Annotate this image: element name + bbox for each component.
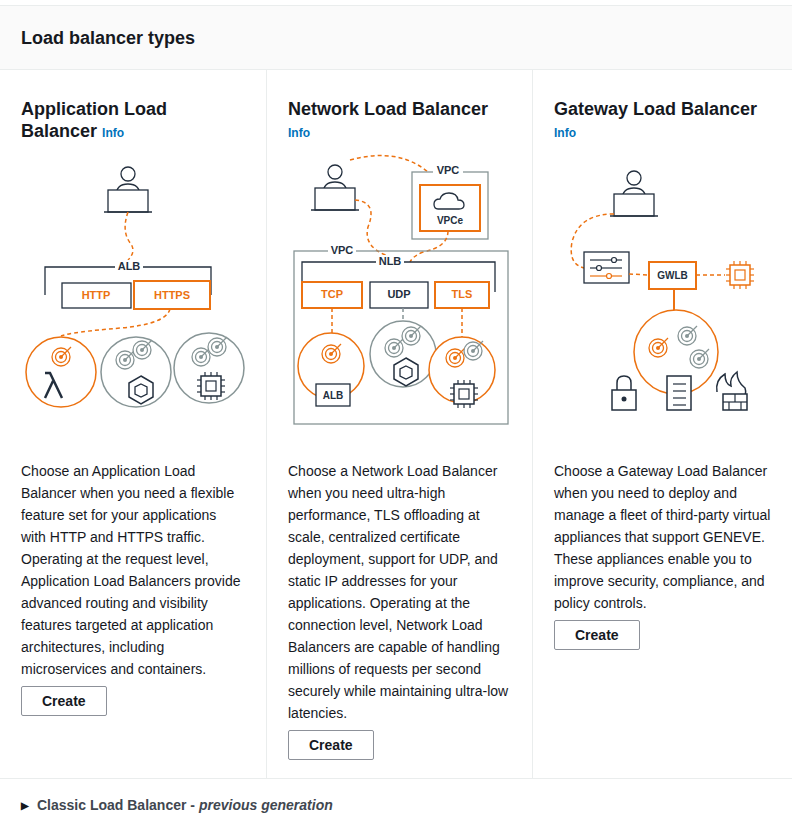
diagram-label: VPC [437, 164, 460, 176]
tcp-box [302, 282, 362, 308]
chip-icon [450, 380, 478, 408]
target-icon [116, 350, 135, 369]
checklist-icon [667, 376, 691, 410]
diagram-label: TLS [452, 288, 473, 300]
target-icon [385, 338, 404, 357]
chip-icon [726, 261, 754, 289]
diagram: ALB HTTP HTTPS [21, 152, 245, 450]
page: Load balancer types Application Load Bala… [0, 0, 792, 832]
card-description: Choose a Network Load Balancer when you … [288, 460, 511, 724]
lambda-icon [45, 373, 62, 398]
vpc-box [294, 251, 508, 424]
lock-icon [612, 376, 636, 410]
udp-box [370, 282, 428, 308]
target-icon [402, 326, 421, 345]
http-box [62, 283, 131, 308]
container-icon [129, 376, 153, 404]
diagram-label: ALB [118, 260, 141, 272]
panel-title: Load balancer types [21, 27, 195, 49]
tls-box [435, 282, 489, 308]
card-description: Choose a Gateway Load Balancer when you … [554, 460, 771, 614]
load-balancer-card: Network Load Balancer Info VPC VPCe VPC NLB T… [267, 70, 533, 778]
classic-label: Classic Load Balancer -previous generati… [37, 795, 333, 816]
target-icon [464, 341, 483, 360]
info-link[interactable]: Info [288, 126, 310, 140]
diagram-label: VPC [331, 244, 354, 256]
classic-load-balancer-toggle[interactable]: ▶ Classic Load Balancer -previous generat… [0, 778, 792, 832]
create-button[interactable]: Create [21, 686, 107, 716]
nlb-diagram: VPC VPCe VPC NLB TCP UDP TLS ALB [288, 152, 513, 450]
target-icon [649, 338, 668, 357]
target-icon [446, 348, 465, 367]
info-link[interactable]: Info [102, 126, 124, 140]
appliance-icon [584, 252, 629, 283]
load-balancer-card: Gateway Load Balancer Info GWLB Choose a G… [533, 70, 792, 778]
card-title: Network Load Balancer Info [288, 98, 511, 144]
diagram: GWLB [554, 152, 771, 450]
firewall-icon [717, 372, 747, 410]
target-icon [678, 326, 697, 345]
user-icon [104, 167, 152, 212]
user-icon [610, 171, 658, 216]
card-description: Choose an Application Load Balancer when… [21, 460, 245, 680]
https-box [134, 281, 210, 309]
alb-box [316, 384, 350, 406]
diagram: VPC VPCe VPC NLB TCP UDP TLS ALB [288, 152, 511, 450]
target-icon [690, 349, 709, 368]
panel-header: Load balancer types [0, 6, 792, 70]
target-icon [208, 337, 227, 356]
load-balancer-types-panel: Load balancer types Application Load Bala… [0, 5, 792, 832]
chip-icon [197, 372, 225, 400]
diagram-label: TCP [321, 288, 343, 300]
gwlb-diagram: GWLB [554, 152, 779, 450]
cloud-icon [434, 193, 464, 209]
diagram-label: NLB [379, 255, 402, 267]
user-icon [311, 165, 359, 210]
vpce-box [420, 185, 480, 231]
diagram-label: ALB [323, 390, 344, 401]
expand-icon: ▶ [21, 798, 29, 813]
card-title: Application Load Balancer Info [21, 98, 245, 144]
diagram-label: UDP [387, 288, 410, 300]
container-icon [394, 358, 418, 386]
diagram-label: VPCe [437, 215, 464, 226]
diagram-label: HTTPS [154, 289, 190, 301]
card-row: Application Load Balancer Info ALB HTTP HTT… [0, 70, 792, 778]
info-link[interactable]: Info [554, 126, 576, 140]
alb-diagram: ALB HTTP HTTPS [21, 152, 246, 450]
diagram-label: HTTP [82, 289, 111, 301]
diagram-label: GWLB [657, 270, 688, 281]
vpc-outer-box [412, 172, 488, 239]
card-title: Gateway Load Balancer Info [554, 98, 771, 144]
target-icon [322, 344, 341, 363]
gwlb-box [649, 262, 696, 289]
create-button[interactable]: Create [554, 620, 640, 650]
create-button[interactable]: Create [288, 730, 374, 760]
target-icon [133, 340, 152, 359]
load-balancer-card: Application Load Balancer Info ALB HTTP HTT… [0, 70, 267, 778]
target-icon [52, 347, 71, 366]
previous-generation-label: previous generation [199, 797, 333, 813]
